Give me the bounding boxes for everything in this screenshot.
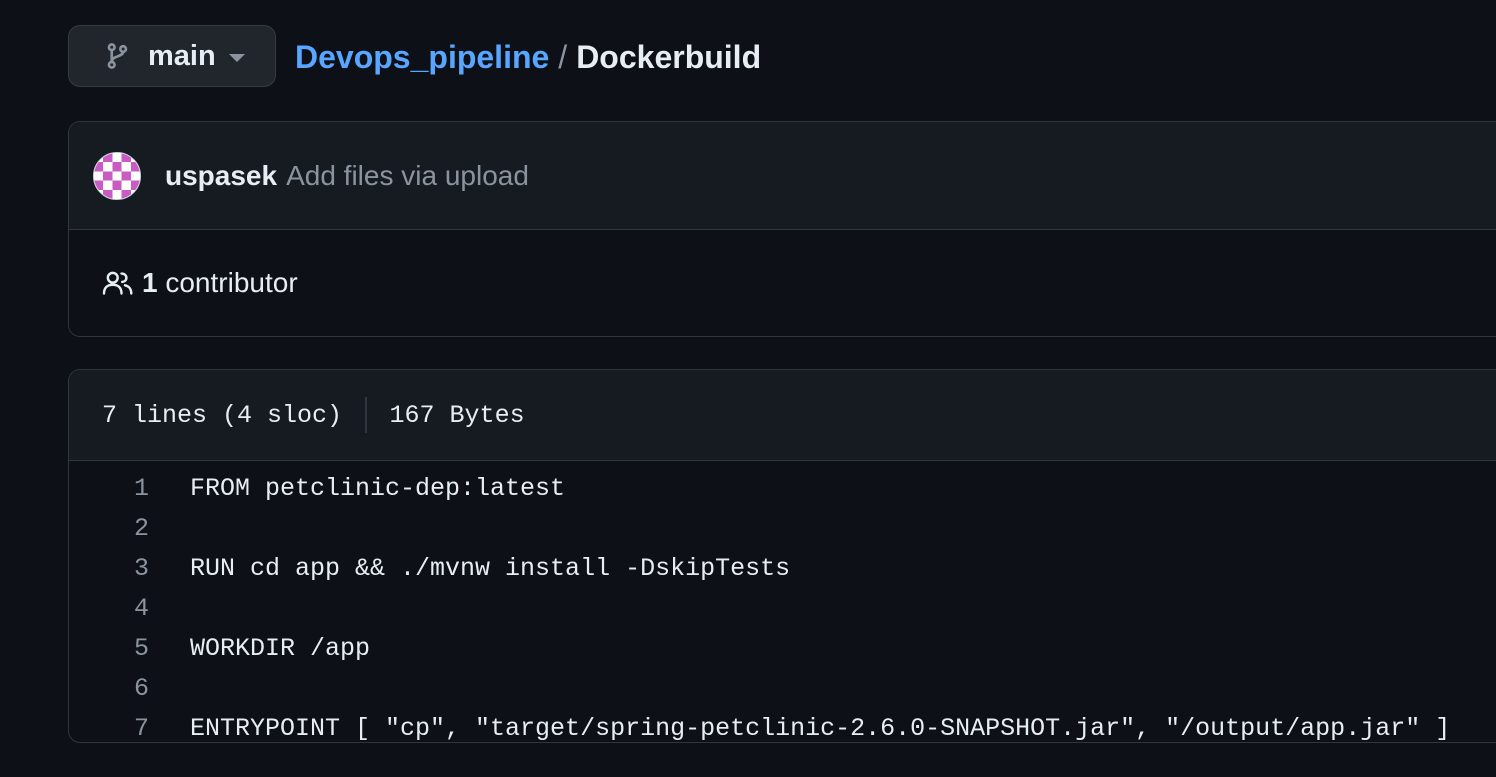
line-number[interactable]: 5: [69, 634, 190, 663]
code-line: 5 WORKDIR /app: [69, 628, 1496, 668]
avatar[interactable]: [93, 151, 141, 200]
line-number[interactable]: 1: [69, 474, 190, 503]
code-line: 6: [69, 668, 1496, 708]
git-branch-icon: [103, 42, 131, 70]
line-content: RUN cd app && ./mvnw install -DskipTests: [190, 553, 791, 583]
breadcrumb-repo-link[interactable]: Devops_pipeline: [295, 39, 549, 76]
contributors-label: contributor: [165, 267, 298, 298]
file-content-box: 7 lines (4 sloc) 167 Bytes 1 FROM petcli…: [68, 369, 1496, 743]
latest-commit-box: uspasek Add files via upload 1 contribut…: [68, 121, 1496, 337]
people-icon: [102, 269, 134, 297]
file-info-header: 7 lines (4 sloc) 167 Bytes: [69, 370, 1496, 461]
code-line: 1 FROM petclinic-dep:latest: [69, 468, 1496, 508]
line-number[interactable]: 7: [69, 714, 190, 743]
branch-name: main: [148, 39, 216, 72]
contributors-count: 1: [142, 267, 158, 298]
code-line: 4: [69, 588, 1496, 628]
file-view-page: main Devops_pipeline / Dockerbuild uspas…: [0, 0, 1496, 777]
file-line-count: 7 lines (4 sloc): [102, 400, 343, 430]
line-content: FROM petclinic-dep:latest: [190, 473, 566, 503]
line-number[interactable]: 4: [69, 594, 190, 623]
line-content: ENTRYPOINT [ "cp", "target/spring-petcli…: [190, 713, 1451, 743]
code-line: 2: [69, 508, 1496, 548]
commit-author-link[interactable]: uspasek: [165, 160, 277, 192]
line-number[interactable]: 3: [69, 554, 190, 583]
branch-selector-button[interactable]: main: [68, 25, 276, 87]
contributors-row: 1 contributor: [69, 230, 1496, 336]
file-size: 167 Bytes: [389, 400, 525, 430]
chevron-down-icon: [228, 54, 245, 62]
breadcrumb: Devops_pipeline / Dockerbuild: [295, 37, 761, 77]
breadcrumb-separator: /: [558, 38, 568, 75]
commit-message-link[interactable]: Add files via upload: [286, 160, 529, 192]
commit-header: uspasek Add files via upload: [69, 122, 1496, 230]
breadcrumb-file-name: Dockerbuild: [576, 38, 762, 75]
contributors-link[interactable]: 1 contributor: [142, 267, 298, 299]
line-number[interactable]: 2: [69, 514, 190, 543]
code-line: 3 RUN cd app && ./mvnw install -DskipTes…: [69, 548, 1496, 588]
line-number[interactable]: 6: [69, 674, 190, 703]
file-info-divider: [365, 397, 367, 433]
line-content: WORKDIR /app: [190, 633, 371, 663]
code-view: 1 FROM petclinic-dep:latest 2 3 RUN cd a…: [69, 461, 1496, 743]
code-line: 7 ENTRYPOINT [ "cp", "target/spring-petc…: [69, 708, 1496, 743]
